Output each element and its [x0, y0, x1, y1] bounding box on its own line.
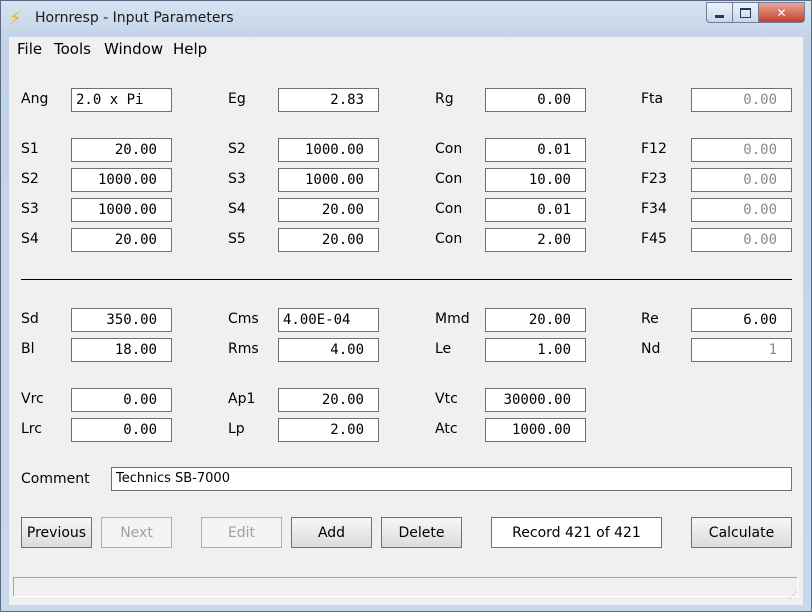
cms-field[interactable]: 4.00E-04: [278, 308, 379, 332]
con1-field[interactable]: 0.01: [485, 138, 586, 162]
re-field[interactable]: 6.00: [691, 308, 792, 332]
sd-label: Sd: [21, 311, 39, 327]
con1-label: Con: [435, 141, 463, 157]
menu-file[interactable]: File: [17, 40, 42, 58]
f34-field: 0.00: [691, 198, 792, 222]
menu-bar: File Tools Window Help: [9, 37, 803, 62]
main-window: ⚡ Hornresp - Input Parameters ✕ File Too…: [0, 0, 812, 612]
rms-label: Rms: [228, 341, 259, 357]
s1-field[interactable]: 20.00: [71, 138, 172, 162]
resize-grip-icon[interactable]: ⋰: [789, 591, 801, 603]
s2-label: S2: [228, 141, 246, 157]
s3-row-label: S3: [21, 201, 39, 217]
menu-help[interactable]: Help: [173, 40, 207, 58]
lrc-label: Lrc: [21, 421, 42, 437]
con2-field[interactable]: 10.00: [485, 168, 586, 192]
mmd-label: Mmd: [435, 311, 470, 327]
vtc-label: Vtc: [435, 391, 458, 407]
minimize-button[interactable]: [706, 2, 733, 23]
status-bar: ⋰: [9, 571, 803, 605]
s2-row-field[interactable]: 1000.00: [71, 168, 172, 192]
record-indicator: Record 421 of 421: [491, 517, 662, 548]
menu-window[interactable]: Window: [104, 40, 163, 58]
menu-tools[interactable]: Tools: [54, 40, 91, 58]
edit-button: Edit: [201, 517, 282, 548]
cms-label: Cms: [228, 311, 259, 327]
lrc-field[interactable]: 0.00: [71, 418, 172, 442]
s4-field[interactable]: 20.00: [278, 198, 379, 222]
calculate-button[interactable]: Calculate: [691, 517, 792, 548]
title-bar: ⚡ Hornresp - Input Parameters ✕: [1, 1, 811, 37]
fta-field: 0.00: [691, 88, 792, 112]
s4-row-label: S4: [21, 231, 39, 247]
s2-row-label: S2: [21, 171, 39, 187]
s5-field[interactable]: 20.00: [278, 228, 379, 252]
section-divider: [21, 279, 792, 280]
s5-label: S5: [228, 231, 246, 247]
f34-label: F34: [641, 201, 667, 217]
ang-label: Ang: [21, 91, 49, 107]
nd-label: Nd: [641, 341, 661, 357]
le-field[interactable]: 1.00: [485, 338, 586, 362]
atc-field[interactable]: 1000.00: [485, 418, 586, 442]
s2-field[interactable]: 1000.00: [278, 138, 379, 162]
status-pane: [13, 577, 798, 597]
ang-field[interactable]: 2.0 x Pi: [71, 88, 172, 112]
eg-label: Eg: [228, 91, 246, 107]
s4-row-field[interactable]: 20.00: [71, 228, 172, 252]
con3-label: Con: [435, 201, 463, 217]
s3-label: S3: [228, 171, 246, 187]
comment-field[interactable]: Technics SB-7000: [111, 467, 792, 491]
comment-label: Comment: [21, 471, 90, 487]
rms-field[interactable]: 4.00: [278, 338, 379, 362]
s3-field[interactable]: 1000.00: [278, 168, 379, 192]
con2-label: Con: [435, 171, 463, 187]
re-label: Re: [641, 311, 659, 327]
previous-button[interactable]: Previous: [21, 517, 92, 548]
vrc-field[interactable]: 0.00: [71, 388, 172, 412]
caption-buttons: ✕: [706, 2, 805, 23]
vrc-label: Vrc: [21, 391, 44, 407]
f12-label: F12: [641, 141, 667, 157]
f45-field: 0.00: [691, 228, 792, 252]
delete-button[interactable]: Delete: [381, 517, 462, 548]
s1-label: S1: [21, 141, 39, 157]
con3-field[interactable]: 0.01: [485, 198, 586, 222]
le-label: Le: [435, 341, 452, 357]
lp-label: Lp: [228, 421, 245, 437]
nd-field[interactable]: 1: [691, 338, 792, 362]
add-button[interactable]: Add: [291, 517, 372, 548]
f45-label: F45: [641, 231, 667, 247]
fta-label: Fta: [641, 91, 664, 107]
vtc-field[interactable]: 30000.00: [485, 388, 586, 412]
f12-field: 0.00: [691, 138, 792, 162]
eg-field[interactable]: 2.83: [278, 88, 379, 112]
minimize-icon: [715, 15, 724, 18]
sd-field[interactable]: 350.00: [71, 308, 172, 332]
bl-label: Bl: [21, 341, 35, 357]
maximize-button[interactable]: [733, 2, 759, 23]
f23-label: F23: [641, 171, 667, 187]
rg-label: Rg: [435, 91, 454, 107]
s3-row-field[interactable]: 1000.00: [71, 198, 172, 222]
lp-field[interactable]: 2.00: [278, 418, 379, 442]
input-parameters-panel: Ang 2.0 x Pi Eg 2.83 Rg 0.00 Fta 0.00 S1…: [9, 61, 803, 571]
lightning-icon: ⚡: [9, 8, 22, 29]
con4-field[interactable]: 2.00: [485, 228, 586, 252]
con4-label: Con: [435, 231, 463, 247]
f23-field: 0.00: [691, 168, 792, 192]
mmd-field[interactable]: 20.00: [485, 308, 586, 332]
bl-field[interactable]: 18.00: [71, 338, 172, 362]
close-icon: ✕: [776, 5, 787, 20]
maximize-icon: [740, 7, 751, 18]
ap1-field[interactable]: 20.00: [278, 388, 379, 412]
ap1-label: Ap1: [228, 391, 256, 407]
atc-label: Atc: [435, 421, 458, 437]
close-button[interactable]: ✕: [759, 2, 805, 23]
next-button: Next: [101, 517, 172, 548]
s4-label: S4: [228, 201, 246, 217]
window-title: Hornresp - Input Parameters: [35, 10, 234, 26]
rg-field[interactable]: 0.00: [485, 88, 586, 112]
